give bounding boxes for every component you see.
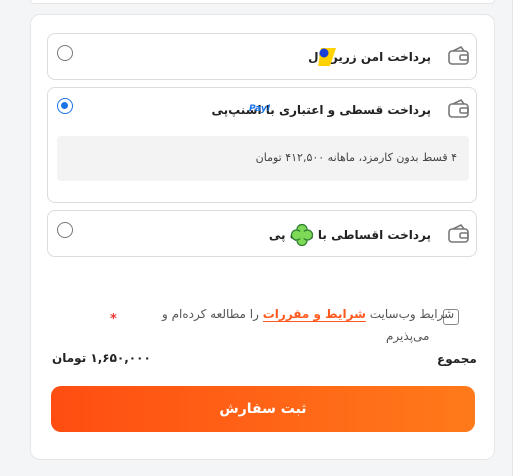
scrollbar-edge [512, 0, 516, 476]
card-icon [448, 224, 469, 243]
terms-text: شرایط وب‌سایت شرایط و مقررات را مطالعه ک… [162, 307, 455, 322]
terms-text-line2: می‌پذیرم [386, 329, 430, 343]
required-mark: * [110, 312, 117, 327]
card-icon [448, 46, 469, 65]
payment-option-torob-pay[interactable]: پرداخت اقساطی با ترب پی [47, 210, 477, 257]
installment-detail: ۴ قسط بدون کارمزد، ماهانه ۴۱۲,۵۰۰ تومان [57, 136, 469, 181]
payment-option-snapp-pay[interactable]: پرداخت قسطی و اعتباری با اسنپ‌پی Pay! ۴ … [47, 87, 477, 203]
snapp-pay-logo: Pay! [249, 104, 271, 114]
terms-link[interactable]: شرایط و مقررات [262, 307, 366, 322]
terms-prefix: شرایط وب‌سایت [369, 307, 455, 321]
card-icon [448, 99, 469, 118]
total-value: ۱,۶۵۰,۰۰۰ تومان [52, 351, 151, 365]
radio-zarinpal[interactable] [57, 45, 73, 61]
submit-order-button[interactable]: ثبت سفارش [51, 386, 475, 432]
radio-torob-pay[interactable] [57, 222, 73, 238]
previous-section-edge [30, 0, 495, 4]
terms-suffix: را مطالعه کرده‌ام و [162, 307, 259, 321]
payment-option-zarinpal[interactable]: پرداخت امن زرین‌پال [47, 33, 477, 80]
zarinpal-logo [318, 48, 336, 66]
option-title: پرداخت قسطی و اعتباری با اسنپ‌پی [211, 103, 431, 117]
radio-snapp-pay[interactable] [57, 98, 73, 114]
total-label: مجموع [437, 352, 477, 366]
torob-pay-logo [290, 223, 314, 247]
installment-detail-text: ۴ قسط بدون کارمزد، ماهانه ۴۱۲,۵۰۰ تومان [255, 151, 457, 164]
